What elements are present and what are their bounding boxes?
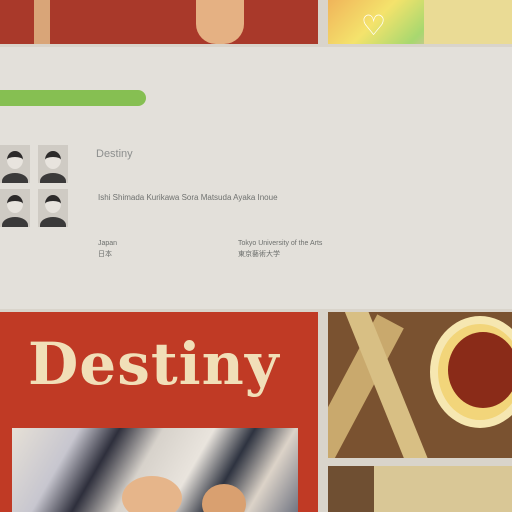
school-value-en: Tokyo University of the Arts xyxy=(238,240,323,247)
photo-detail xyxy=(328,466,374,512)
work-title: Destiny xyxy=(96,148,133,160)
cake-topping xyxy=(448,332,512,408)
category-tab[interactable] xyxy=(0,90,146,106)
photo-thumbnail-bottom-right[interactable] xyxy=(328,466,512,512)
figure-detail xyxy=(196,0,244,44)
work-info-card: Destiny Ishi Shimada Kurikawa Sora Matsu… xyxy=(0,47,512,309)
team-photos xyxy=(0,145,68,227)
creators-names: Ishi Shimada Kurikawa Sora Matsuda Ayaka… xyxy=(98,193,278,202)
poster-illustration xyxy=(12,428,298,512)
school-value-jp: 東京藝術大学 xyxy=(238,251,280,258)
school-value: Tokyo University of the Arts 東京藝術大学 xyxy=(238,238,322,260)
team-member-photo xyxy=(38,189,68,227)
team-member-photo xyxy=(38,145,68,183)
poster-thumbnail-top-left[interactable] xyxy=(0,0,318,44)
cake-photo[interactable] xyxy=(328,312,512,458)
team-member-photo xyxy=(0,189,30,227)
artwork-thumbnail-top-right[interactable]: ♡ xyxy=(328,0,512,44)
poster-title: Destiny xyxy=(28,330,280,398)
country-value-en: Japan xyxy=(98,240,118,247)
illustration-figure xyxy=(202,484,246,512)
destiny-poster[interactable]: Destiny xyxy=(0,312,318,512)
figure-detail xyxy=(34,0,50,44)
artwork-block xyxy=(424,0,512,44)
heart-icon: ♡ xyxy=(361,10,387,41)
country-value: Japan 日本 xyxy=(98,238,117,260)
team-member-photo xyxy=(0,145,30,183)
illustration-figure xyxy=(122,476,182,512)
country-value-jp: 日本 xyxy=(98,251,112,258)
